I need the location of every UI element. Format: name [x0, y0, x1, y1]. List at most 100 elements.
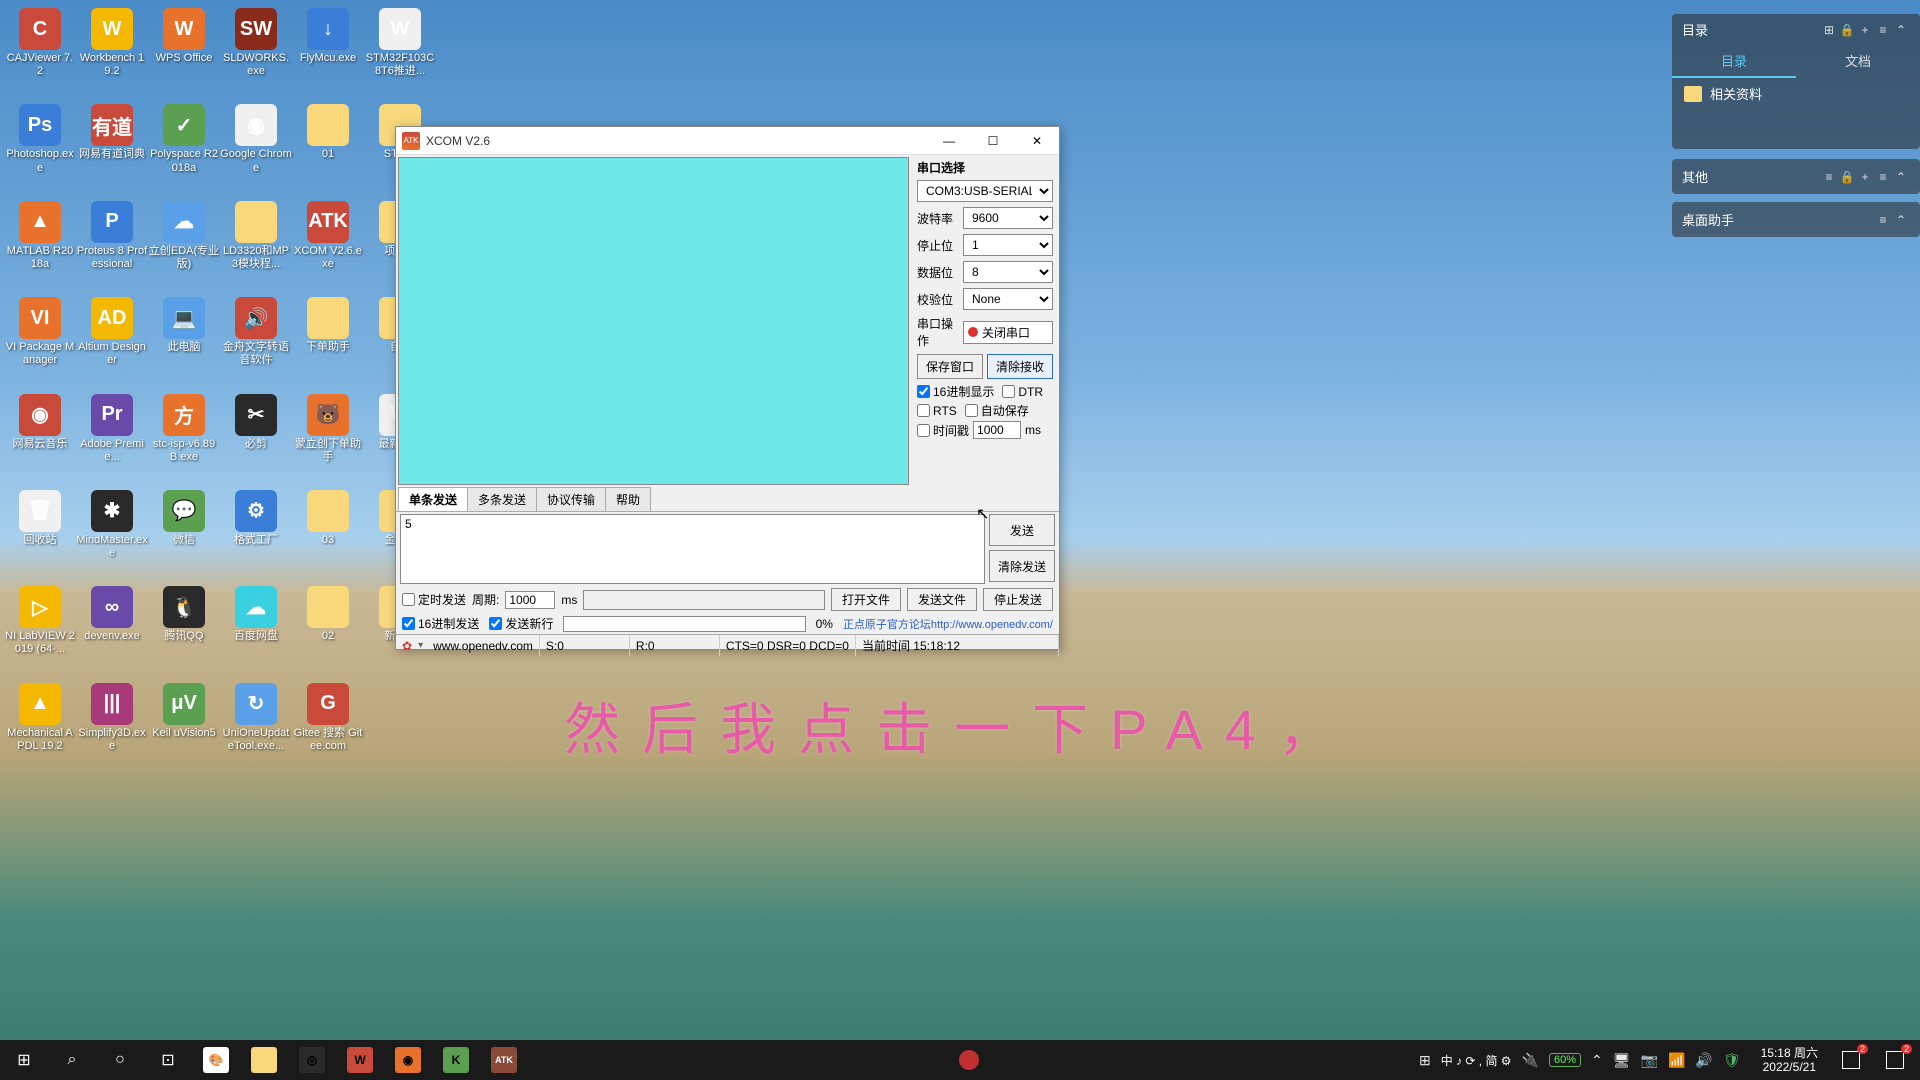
menu-icon[interactable]: ≡	[1874, 23, 1892, 37]
minimize-button[interactable]: —	[927, 127, 971, 155]
tab-help[interactable]: 帮助	[605, 487, 651, 511]
desktop-icon[interactable]: 03	[292, 490, 364, 560]
desktop-icon[interactable]: 02	[292, 586, 364, 656]
desktop-icon[interactable]: 🐻蒙立创下单助手	[292, 394, 364, 464]
open-file-button[interactable]: 打开文件	[831, 588, 901, 611]
search-button[interactable]: ⌕	[48, 1040, 96, 1080]
desktop-icon[interactable]: 下单助手	[292, 297, 364, 367]
desktop-icon[interactable]: PsPhotoshop.exe	[4, 104, 76, 174]
tb-app-wps[interactable]: W	[336, 1040, 384, 1080]
tab-directory[interactable]: 目录	[1672, 45, 1796, 78]
desktop-icon[interactable]: 01	[292, 104, 364, 174]
desktop-icon[interactable]: WWPS Office	[148, 8, 220, 78]
stopbit-select[interactable]: 1	[963, 234, 1053, 256]
clock[interactable]: 15:18 周六 2022/5/21	[1751, 1046, 1828, 1075]
desktop-icon[interactable]: |||Simplify3D.exe	[76, 683, 148, 753]
menu-icon[interactable]: ≡	[1874, 213, 1892, 227]
grid-icon[interactable]: ⊞	[1820, 23, 1838, 37]
desktop-icon[interactable]: PProteus 8 Professional	[76, 201, 148, 271]
desktop-icon[interactable]: ∞devenv.exe	[76, 586, 148, 656]
close-port-button[interactable]: 关闭串口	[963, 321, 1053, 344]
send-button[interactable]: 发送	[989, 514, 1055, 546]
desktop-icon[interactable]: ↻UniOneUpdateTool.exe...	[220, 683, 292, 753]
power-icon[interactable]: 🔌	[1522, 1052, 1539, 1069]
hex-display-checkbox[interactable]: 16进制显示	[917, 383, 994, 400]
desktop-icon[interactable]: 🔊金舟文字转语音软件	[220, 297, 292, 367]
timestamp-input[interactable]	[973, 421, 1021, 439]
desktop-icon[interactable]: 🗑回收站	[4, 490, 76, 560]
baud-select[interactable]: 9600	[963, 207, 1053, 229]
desktop-icon[interactable]: ADAltium Designer	[76, 297, 148, 367]
dtr-checkbox[interactable]: DTR	[1002, 383, 1043, 400]
volume-icon[interactable]: 🔊	[1695, 1052, 1712, 1069]
desktop-icon[interactable]: ✓Polyspace R2018a	[148, 104, 220, 174]
notification-button-2[interactable]: 2	[1874, 1040, 1916, 1080]
tb-app-keil[interactable]: K	[432, 1040, 480, 1080]
databit-select[interactable]: 8	[963, 261, 1053, 283]
gear-dropdown[interactable]: ▾	[418, 640, 427, 651]
taskview-button[interactable]: ⊡	[144, 1040, 192, 1080]
period-input[interactable]	[505, 591, 555, 609]
tb-app-xcom[interactable]: ATK	[480, 1040, 528, 1080]
desktop-icon[interactable]: WWorkbench 19.2	[76, 8, 148, 78]
timed-send-checkbox[interactable]: 定时发送	[402, 591, 466, 608]
desktop-icon[interactable]: ▲MATLAB R2018a	[4, 201, 76, 271]
tb-center-icon[interactable]	[528, 1050, 1411, 1070]
maximize-button[interactable]: ☐	[971, 127, 1015, 155]
collapse-icon[interactable]: ⌃	[1892, 23, 1910, 37]
receive-area[interactable]	[398, 157, 909, 485]
send-file-button[interactable]: 发送文件	[907, 588, 977, 611]
stop-send-button[interactable]: 停止发送	[983, 588, 1053, 611]
ime-icon[interactable]: ⊞	[1419, 1052, 1431, 1069]
ime-status[interactable]: 中 ♪ ⟳ , 简 ⚙	[1441, 1052, 1512, 1069]
notification-button-1[interactable]: 2	[1830, 1040, 1872, 1080]
desktop-icon[interactable]: ▷NI LabVIEW 2019 (64-...	[4, 586, 76, 656]
camera-icon[interactable]: 📷	[1641, 1052, 1658, 1069]
port-select[interactable]: COM3:USB-SERIAL CH340	[917, 180, 1053, 202]
file-path-input[interactable]	[583, 590, 825, 610]
collapse-icon[interactable]: ⌃	[1892, 213, 1910, 227]
desktop-icon[interactable]: ☁百度网盘	[220, 586, 292, 656]
forum-link[interactable]: 正点原子官方论坛http://www.openedv.com/	[843, 616, 1053, 632]
status-url[interactable]: www.openedv.com	[427, 635, 540, 656]
desktop-icon[interactable]: 🐧腾讯QQ	[148, 586, 220, 656]
desktop-icon[interactable]: 有道网易有道词典	[76, 104, 148, 174]
shield-icon[interactable]: 🛡	[1723, 1052, 1741, 1069]
send-textarea[interactable]: 5	[400, 514, 985, 584]
desktop-icon[interactable]: μVKeil uVision5	[148, 683, 220, 753]
desktop-icon[interactable]: ✱MindMaster.exe	[76, 490, 148, 560]
tab-documents[interactable]: 文档	[1796, 45, 1920, 78]
desktop-icon[interactable]: 方stc-isp-v6.89B.exe	[148, 394, 220, 464]
desktop-icon[interactable]: ↓FlyMcu.exe	[292, 8, 364, 78]
desktop-icon[interactable]: SWSLDWORKS.exe	[220, 8, 292, 78]
start-button[interactable]: ⊞	[0, 1040, 48, 1080]
desktop-icon[interactable]: GGitee 搜索 Gitee.com	[292, 683, 364, 753]
list-icon[interactable]: ≡	[1820, 170, 1838, 184]
lock-icon[interactable]: 🔒	[1838, 170, 1856, 184]
desktop-icon[interactable]: ✂必剪	[220, 394, 292, 464]
hex-send-checkbox[interactable]: 16进制发送	[402, 615, 479, 632]
desktop-icon[interactable]: LD3320和MP3模块程...	[220, 201, 292, 271]
chevron-up-icon[interactable]: ⌃	[1591, 1052, 1603, 1069]
wifi-icon[interactable]: 📶	[1668, 1052, 1685, 1069]
lock-icon[interactable]: 🔒	[1838, 23, 1856, 37]
close-button[interactable]: ✕	[1015, 127, 1059, 155]
desktop-icon[interactable]: WSTM32F103C8T6推进...	[364, 8, 436, 78]
plus-icon[interactable]: +	[1856, 170, 1874, 184]
desktop-icon[interactable]: VIVI Package Manager	[4, 297, 76, 367]
tab-protocol[interactable]: 协议传输	[536, 487, 606, 511]
tab-multi-send[interactable]: 多条发送	[467, 487, 537, 511]
tb-app-explorer[interactable]	[240, 1040, 288, 1080]
clear-receive-button[interactable]: 清除接收	[987, 354, 1053, 379]
tb-app-steam[interactable]: ◎	[288, 1040, 336, 1080]
desktop-icon[interactable]: ▲Mechanical APDL 19.2	[4, 683, 76, 753]
send-newline-checkbox[interactable]: 发送新行	[489, 615, 553, 632]
tab-single-send[interactable]: 单条发送	[398, 487, 468, 511]
rts-checkbox[interactable]: RTS	[917, 402, 957, 419]
desktop-icon[interactable]: 💬微信	[148, 490, 220, 560]
save-window-button[interactable]: 保存窗口	[917, 354, 983, 379]
battery-status[interactable]: 60%	[1549, 1053, 1581, 1067]
cortana-button[interactable]: ○	[96, 1040, 144, 1080]
desktop-icon[interactable]: ◉Google Chrome	[220, 104, 292, 174]
collapse-icon[interactable]: ⌃	[1892, 170, 1910, 184]
